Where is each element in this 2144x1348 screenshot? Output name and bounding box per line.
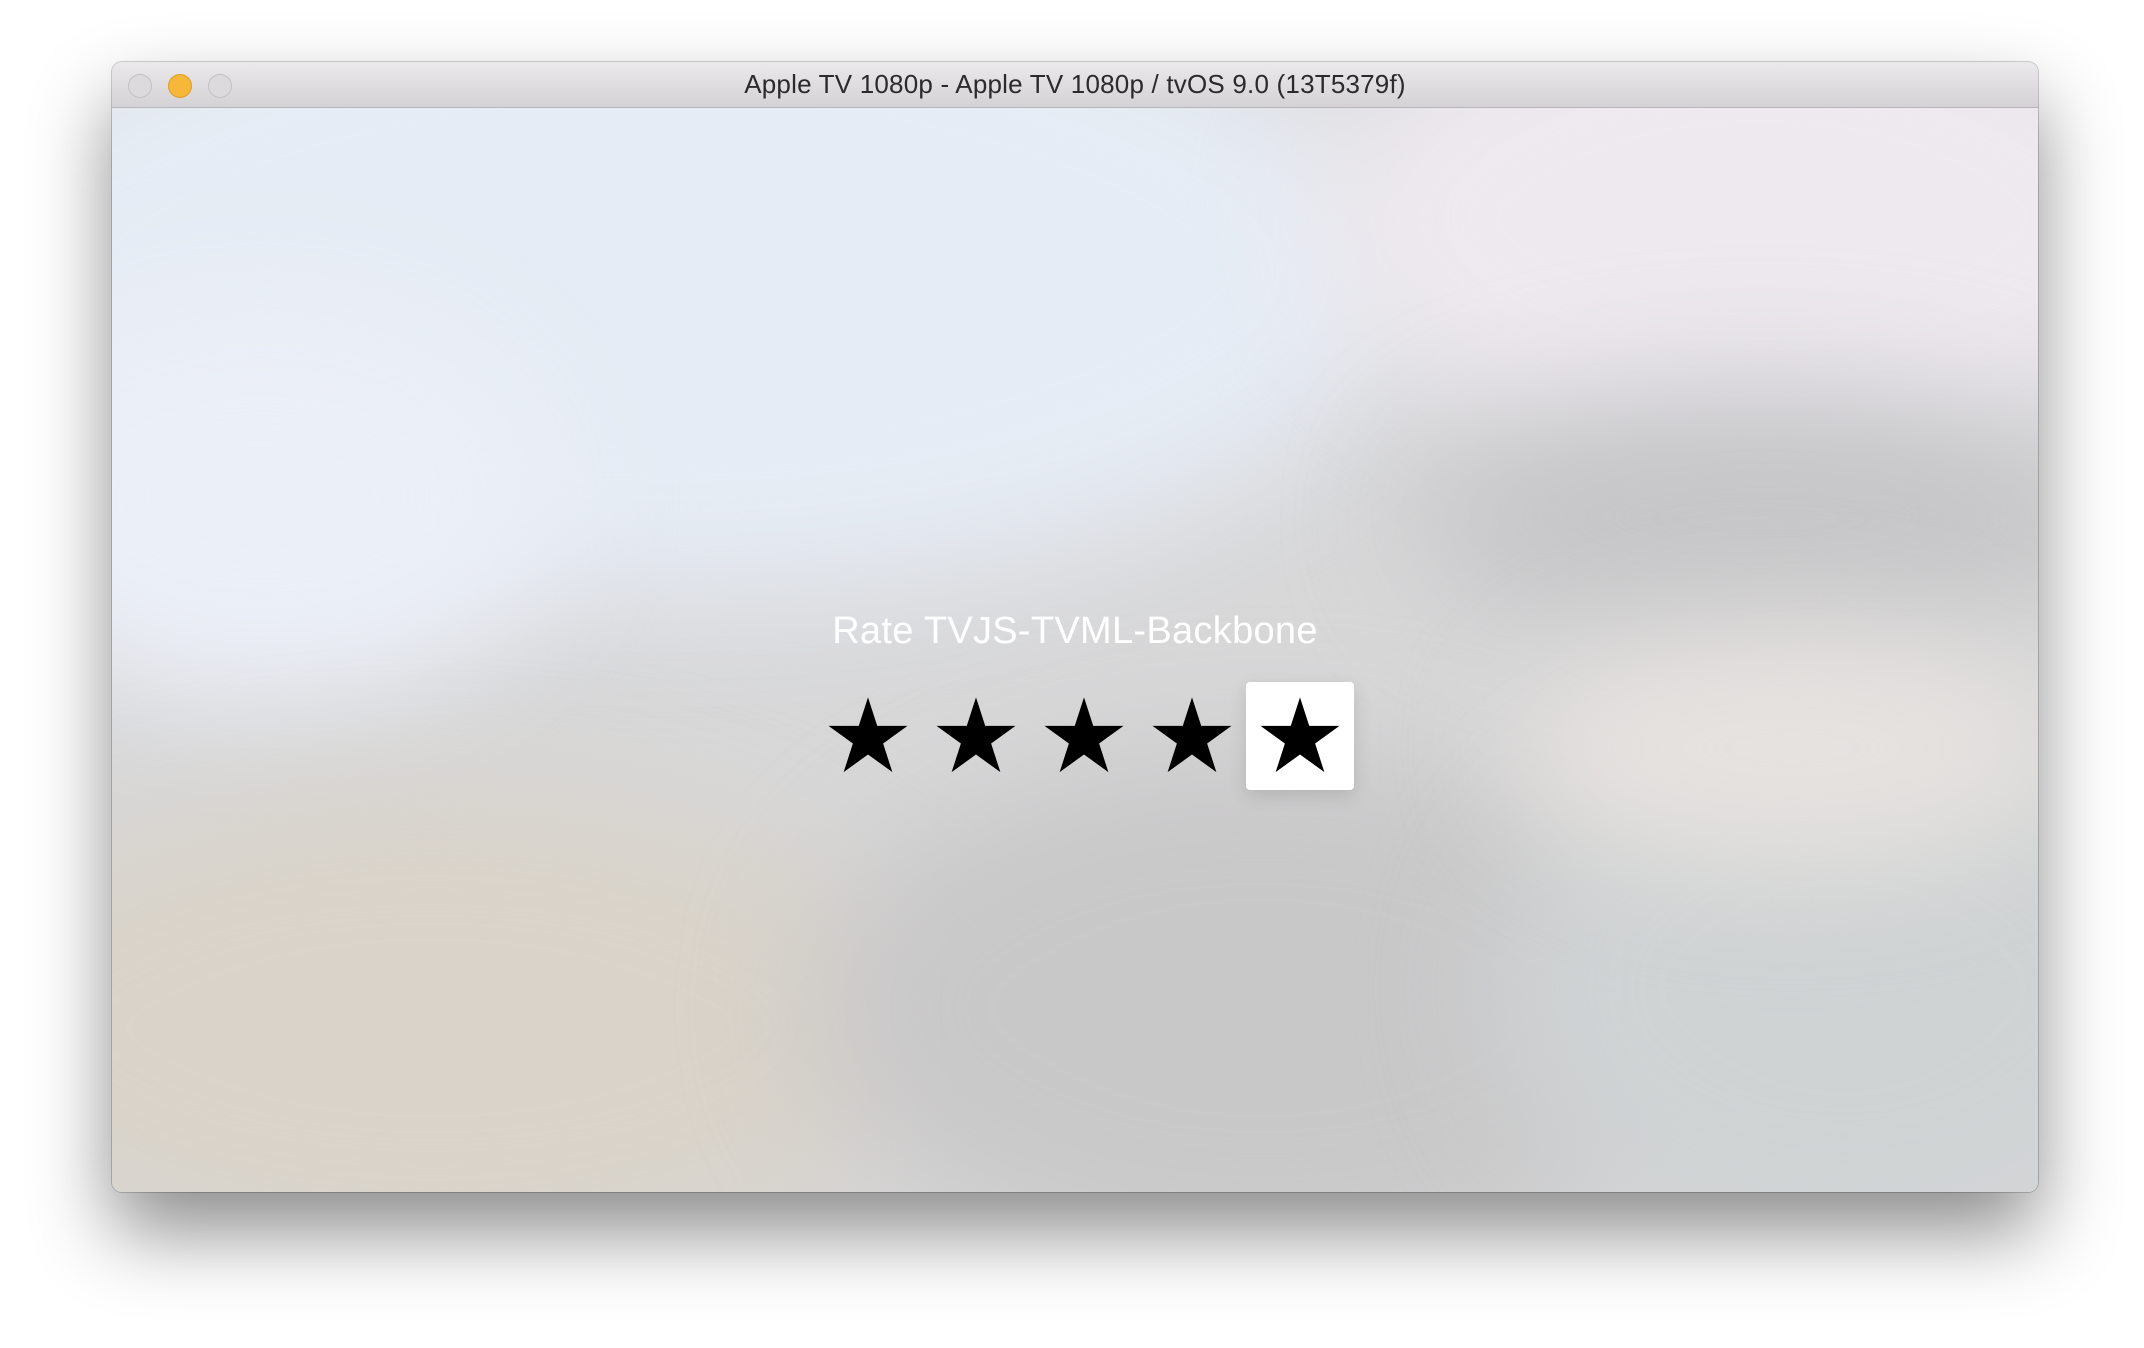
title-bar[interactable]: Apple TV 1080p - Apple TV 1080p / tvOS 9… — [112, 62, 2038, 108]
star-2-button[interactable] — [922, 682, 1030, 790]
star-icon — [1044, 697, 1124, 773]
star-icon — [936, 697, 1016, 773]
window-title: Apple TV 1080p - Apple TV 1080p / tvOS 9… — [744, 69, 1406, 99]
star-3-button[interactable] — [1030, 682, 1138, 790]
star-1-button[interactable] — [814, 682, 922, 790]
star-4-button[interactable] — [1138, 682, 1246, 790]
tv-screen: Rate TVJS-TVML-Backbone — [112, 108, 2038, 1192]
star-icon — [1260, 697, 1340, 773]
star-icon — [828, 697, 908, 773]
simulator-window: Apple TV 1080p - Apple TV 1080p / tvOS 9… — [112, 62, 2038, 1192]
star-5-button[interactable] — [1246, 682, 1354, 790]
star-icon — [1152, 697, 1232, 773]
rating-title: Rate TVJS-TVML-Backbone — [832, 610, 1318, 652]
star-rating[interactable] — [814, 682, 1354, 790]
